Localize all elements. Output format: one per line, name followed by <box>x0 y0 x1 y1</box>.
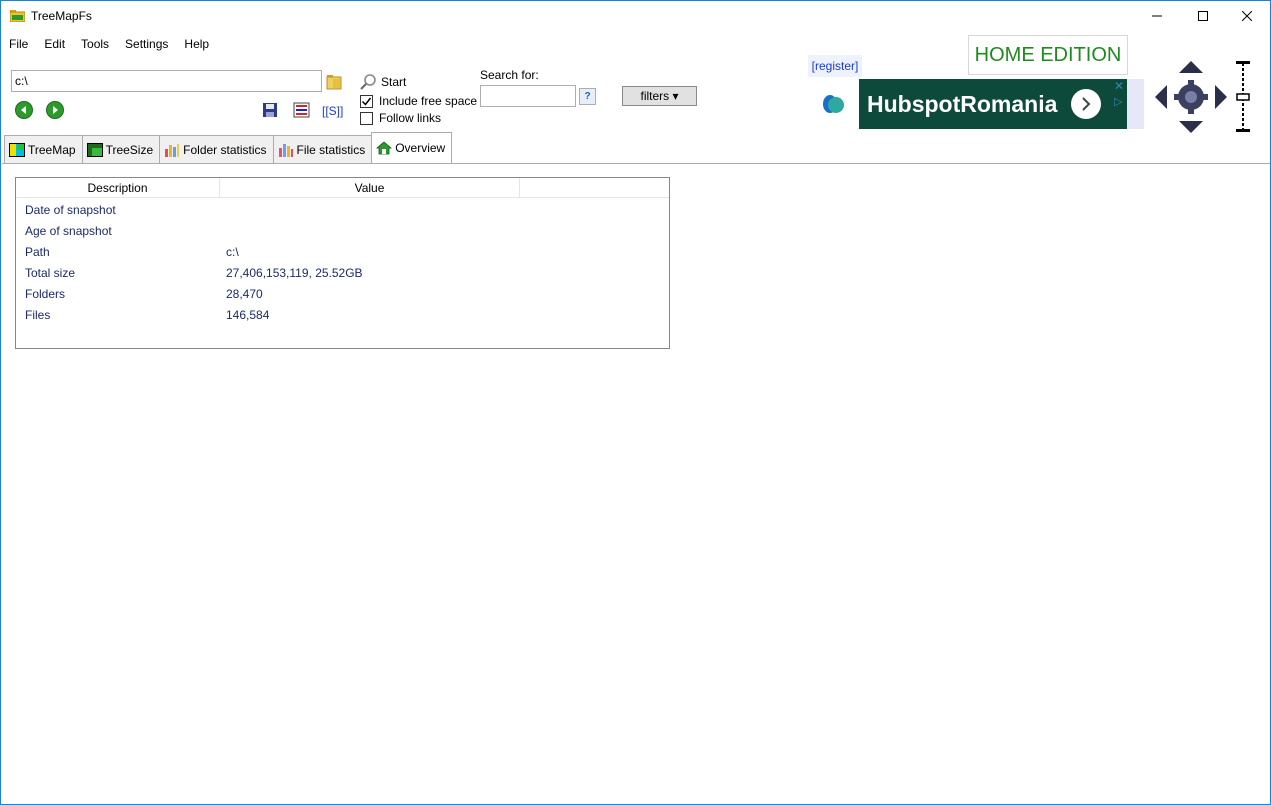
include-free-space-label: Include free space <box>379 94 478 108</box>
tab-treesize[interactable]: TreeSize <box>81 135 161 163</box>
follow-links-option[interactable]: Follow links <box>360 111 441 125</box>
arrow-left-icon <box>21 106 26 114</box>
register-link-box[interactable]: [register] <box>808 55 862 77</box>
ad-arrow-button[interactable] <box>1071 89 1101 119</box>
tab-overview[interactable]: Overview <box>371 132 453 163</box>
report-icon <box>293 102 310 118</box>
treemap-icon <box>9 142 25 157</box>
home-icon <box>376 141 393 155</box>
back-button[interactable] <box>15 101 33 119</box>
column-description[interactable]: Description <box>16 178 220 198</box>
zoom-slider[interactable] <box>1236 61 1250 132</box>
tab-treesize-label: TreeSize <box>105 142 154 157</box>
pan-zoom-control[interactable] <box>1151 59 1261 135</box>
menu-settings[interactable]: Settings <box>117 35 176 55</box>
window-title: TreeMapFs <box>31 9 92 23</box>
save-button[interactable] <box>262 102 278 118</box>
edition-badge: HOME EDITION <box>968 35 1128 75</box>
tab-overview-label: Overview <box>395 141 446 155</box>
menu-tools[interactable]: Tools <box>73 35 117 55</box>
menu-bar: File Edit Tools Settings Help <box>1 35 217 55</box>
row-value: 27,406,153,119, 25.52GB <box>226 265 363 280</box>
floppy-disk-icon <box>263 103 277 117</box>
register-link[interactable]: [register] <box>812 59 859 73</box>
maximize-button[interactable] <box>1180 1 1226 31</box>
s-link[interactable]: [[S]] <box>322 104 343 118</box>
bar-chart-icon <box>278 143 293 157</box>
tab-strip: TreeMap TreeSize Folder statistics File … <box>4 132 453 163</box>
follow-links-label: Follow links <box>379 111 442 125</box>
browse-folder-button[interactable] <box>324 71 344 92</box>
close-button[interactable] <box>1224 1 1270 31</box>
report-button[interactable] <box>293 102 310 118</box>
pan-right-icon[interactable] <box>1215 85 1227 109</box>
start-label: Start <box>381 75 407 89</box>
table-header: Description Value <box>16 178 669 198</box>
pan-down-icon[interactable] <box>1179 121 1203 133</box>
open-folder-icon <box>326 75 342 90</box>
treesize-icon <box>86 142 103 157</box>
checkmark-icon <box>361 97 372 106</box>
row-value: 146,584 <box>226 307 270 322</box>
pan-up-icon[interactable] <box>1179 61 1203 73</box>
table-row[interactable]: Path c:\ <box>16 241 669 262</box>
table-row[interactable]: Total size 27,406,153,119, 25.52GB <box>16 262 669 283</box>
chevron-right-icon <box>1082 97 1091 111</box>
minimize-button[interactable] <box>1134 1 1180 31</box>
table-row[interactable]: Files 146,584 <box>16 304 669 325</box>
start-button[interactable]: Start <box>360 73 406 91</box>
path-input[interactable] <box>11 70 322 92</box>
close-icon <box>1242 11 1252 21</box>
ad-text: HubspotRomania <box>867 90 1058 117</box>
row-description: Path <box>25 244 50 259</box>
row-description: Total size <box>25 265 76 280</box>
arrow-right-icon <box>53 106 58 114</box>
table-row[interactable]: Date of snapshot <box>16 199 669 220</box>
table-row[interactable]: Age of snapshot <box>16 220 669 241</box>
pan-left-icon[interactable] <box>1155 85 1167 109</box>
ad-close-icon[interactable]: ✕ <box>1114 80 1124 92</box>
column-value[interactable]: Value <box>220 178 520 198</box>
follow-links-checkbox[interactable] <box>360 111 373 125</box>
row-value: c:\ <box>226 244 239 259</box>
magnifier-icon <box>360 74 376 90</box>
tab-folder-statistics[interactable]: Folder statistics <box>159 135 274 163</box>
maximize-icon <box>1198 11 1208 21</box>
tab-treemap-label: TreeMap <box>28 142 76 157</box>
row-description: Age of snapshot <box>25 223 112 238</box>
column-filler <box>520 178 669 198</box>
app-window: TreeMapFs File Edit Tools Settings Help <box>0 0 1271 805</box>
advertisement[interactable]: HubspotRomania ✕ ▷ <box>808 79 1144 129</box>
tab-file-statistics[interactable]: File statistics <box>272 135 373 163</box>
menu-file[interactable]: File <box>1 35 36 55</box>
overview-table[interactable]: Description Value Date of snapshot Age o… <box>15 177 670 349</box>
folder-icon <box>10 10 25 22</box>
menu-help[interactable]: Help <box>176 35 217 55</box>
bar-chart-icon <box>165 143 180 157</box>
row-value: 28,470 <box>226 286 263 301</box>
include-free-space-option[interactable]: Include free space <box>360 94 477 108</box>
ad-logo-icon <box>822 95 844 113</box>
tab-treemap[interactable]: TreeMap <box>4 135 83 163</box>
forward-button[interactable] <box>46 101 64 119</box>
search-help-button[interactable]: ? <box>579 88 596 105</box>
tab-file-statistics-label: File statistics <box>296 142 366 157</box>
minimize-icon <box>1152 15 1162 17</box>
ad-logo <box>808 79 859 129</box>
row-description: Files <box>25 307 51 322</box>
include-free-space-checkbox[interactable] <box>360 94 373 108</box>
search-input[interactable] <box>480 85 576 107</box>
title-bar: TreeMapFs <box>1 1 1270 31</box>
ad-info-icon[interactable]: ▷ <box>1114 96 1122 108</box>
filters-button[interactable]: filters ▾ <box>622 86 697 106</box>
row-description: Folders <box>25 286 66 301</box>
search-label: Search for: <box>480 68 539 82</box>
table-row[interactable]: Folders 28,470 <box>16 283 669 304</box>
center-gear-icon[interactable] <box>1174 80 1208 114</box>
tab-folder-statistics-label: Folder statistics <box>183 142 267 157</box>
row-description: Date of snapshot <box>25 202 116 217</box>
menu-edit[interactable]: Edit <box>36 35 73 55</box>
overview-panel: Description Value Date of snapshot Age o… <box>2 163 1270 804</box>
